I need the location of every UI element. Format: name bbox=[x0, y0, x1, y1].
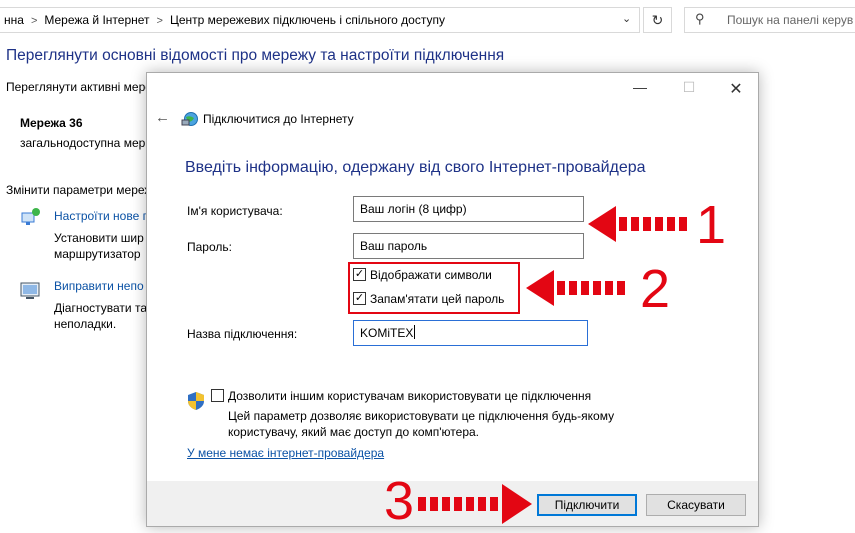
annotation-number-1: 1 bbox=[696, 195, 727, 255]
network-type: загальнодоступна мер bbox=[20, 136, 146, 150]
troubleshoot-desc: Діагностувати та неполадки. bbox=[54, 300, 147, 332]
chevron-right-icon[interactable]: > bbox=[157, 15, 163, 27]
search-icon: ⚲ bbox=[695, 11, 705, 26]
note-line: користувачу, який має доступ до комп'юте… bbox=[228, 425, 480, 439]
breadcrumb-item[interactable]: Центр мережевих підключень і спільного д… bbox=[170, 13, 445, 27]
annotation-arrow-3 bbox=[418, 484, 532, 524]
breadcrumb[interactable]: нна > Мережа й Інтернет > Центр мережевих пі… bbox=[0, 7, 640, 33]
maximize-icon[interactable]: ☐ bbox=[674, 79, 704, 99]
allow-others-label: Дозволити іншим користувачам використову… bbox=[228, 389, 592, 403]
screen: нна > Мережа й Інтернет > Центр мережевих пі… bbox=[0, 0, 855, 533]
connection-name-value: KOMiTEX bbox=[360, 326, 414, 340]
allow-others-checkbox[interactable]: Дозволити іншим користувачам використову… bbox=[211, 388, 611, 404]
checkbox-mark[interactable] bbox=[211, 389, 224, 402]
change-settings-label: Змінити параметри мереж bbox=[6, 183, 153, 197]
network-name: Мережа 36 bbox=[20, 116, 83, 130]
annotation-arrow-2 bbox=[526, 270, 625, 306]
connect-button[interactable]: Підключити bbox=[537, 494, 637, 516]
page-title: Переглянути основні відомості про мережу… bbox=[6, 47, 505, 64]
setup-connection-desc: Установити шир маршрутизатор bbox=[54, 230, 144, 262]
connection-name-field[interactable]: KOMiTEX bbox=[353, 320, 588, 346]
note-line: Цей параметр дозволяє використовувати це… bbox=[228, 409, 615, 423]
annotation-number-2: 2 bbox=[640, 259, 671, 319]
no-isp-link[interactable]: У мене немає інтернет-провайдера bbox=[187, 446, 384, 460]
show-characters-label: Відображати символи bbox=[370, 268, 492, 282]
password-field[interactable]: Ваш пароль bbox=[353, 233, 584, 259]
minimize-icon[interactable]: — bbox=[625, 79, 655, 99]
troubleshoot-icon bbox=[20, 282, 40, 299]
show-characters-checkbox[interactable]: ✓ Відображати символи bbox=[353, 267, 513, 283]
shield-icon bbox=[188, 392, 204, 410]
username-label: Ім'я користувача: bbox=[187, 204, 283, 218]
breadcrumb-item[interactable]: Мережа й Інтернет bbox=[44, 13, 149, 27]
cancel-button[interactable]: Скасувати bbox=[646, 494, 746, 516]
desc-line: Діагностувати та bbox=[54, 301, 147, 315]
refresh-icon[interactable]: ↻ bbox=[643, 7, 672, 33]
network-globe-icon bbox=[181, 112, 198, 126]
address-bar: нна > Мережа й Інтернет > Центр мережевих пі… bbox=[0, 0, 855, 40]
search-placeholder: Пошук на панелі керув bbox=[727, 13, 854, 27]
desc-line: маршрутизатор bbox=[54, 247, 141, 261]
checkbox-mark[interactable]: ✓ bbox=[353, 268, 366, 281]
dialog-title: Підключитися до Інтернету bbox=[203, 112, 354, 126]
desc-line: Установити шир bbox=[54, 231, 144, 245]
text-caret bbox=[414, 325, 416, 339]
active-networks-label: Переглянути активні мере bbox=[6, 80, 152, 94]
username-field[interactable]: Ваш логін (8 цифр) bbox=[353, 196, 584, 222]
close-icon[interactable]: ✕ bbox=[721, 79, 751, 99]
allow-others-note: Цей параметр дозволяє використовувати це… bbox=[228, 408, 614, 440]
search-input[interactable]: ⚲ Пошук на панелі керув bbox=[684, 7, 855, 33]
setup-connection-link[interactable]: Настроїти нове п bbox=[54, 209, 149, 223]
remember-password-checkbox[interactable]: ✓ Запам'ятати цей пароль bbox=[353, 291, 513, 307]
chevron-down-icon[interactable]: ⌄ bbox=[622, 12, 631, 25]
troubleshoot-link[interactable]: Виправити непо bbox=[54, 279, 144, 293]
new-connection-icon bbox=[21, 208, 40, 225]
back-arrow-icon[interactable]: ← bbox=[155, 109, 170, 126]
connection-name-label: Назва підключення: bbox=[187, 327, 298, 341]
chevron-right-icon[interactable]: > bbox=[31, 15, 37, 27]
annotation-arrow-1 bbox=[588, 206, 687, 242]
dialog-heading: Введіть інформацію, одержану від свого І… bbox=[185, 159, 646, 176]
remember-password-label: Запам'ятати цей пароль bbox=[370, 292, 505, 306]
password-label: Пароль: bbox=[187, 240, 232, 254]
desc-line: неполадки. bbox=[54, 317, 117, 331]
annotation-number-3: 3 bbox=[384, 471, 415, 531]
checkbox-mark[interactable]: ✓ bbox=[353, 292, 366, 305]
breadcrumb-item[interactable]: нна bbox=[4, 13, 24, 27]
